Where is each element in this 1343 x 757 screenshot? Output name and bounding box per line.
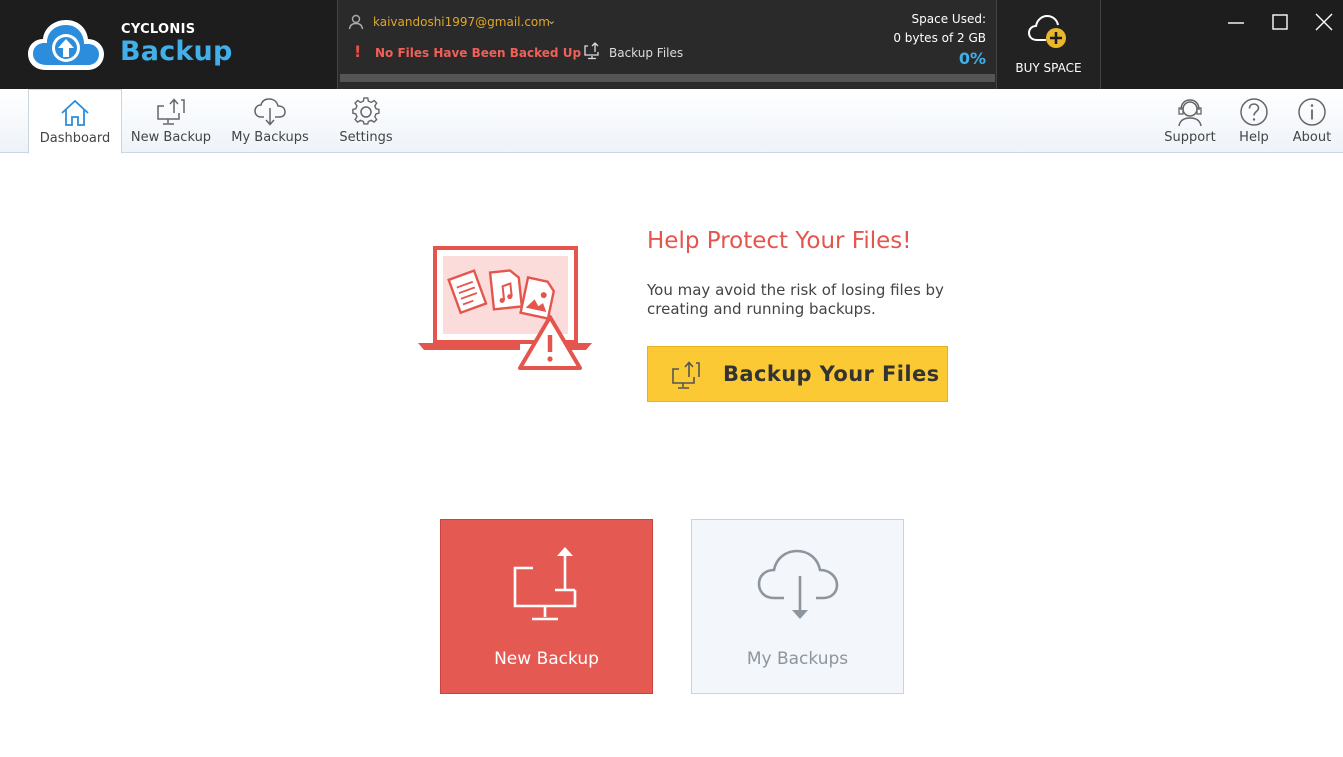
tab-settings[interactable]: Settings	[326, 89, 406, 153]
my-backups-tile-label: My Backups	[746, 649, 849, 669]
space-progress-bar	[340, 74, 995, 82]
tab-settings-label: Settings	[339, 130, 393, 145]
tab-dashboard[interactable]: Dashboard	[28, 89, 122, 154]
help-label: Help	[1239, 130, 1269, 145]
backup-files-icon[interactable]	[583, 42, 603, 60]
close-button[interactable]	[1312, 10, 1336, 34]
help-button[interactable]: Help	[1230, 89, 1278, 153]
buy-space-button[interactable]: BUY SPACE	[996, 0, 1101, 89]
warning-icon: !	[354, 42, 362, 61]
tab-dashboard-label: Dashboard	[39, 131, 111, 146]
gear-icon	[352, 97, 380, 125]
space-used-value: 0 bytes of 2 GB	[893, 31, 986, 45]
backup-your-files-button[interactable]: Backup Your Files	[647, 346, 948, 402]
backup-files-link[interactable]: Backup Files	[609, 46, 683, 60]
hero-description: You may avoid the risk of losing files b…	[647, 281, 944, 318]
cloud-download-icon	[254, 98, 286, 126]
monitor-upload-icon	[672, 361, 700, 389]
space-used-label: Space Used:	[911, 12, 986, 26]
tab-new-backup[interactable]: New Backup	[126, 89, 216, 153]
backup-your-files-label: Backup Your Files	[723, 362, 940, 386]
cloud-plus-icon	[1027, 14, 1066, 48]
maximize-button[interactable]	[1268, 10, 1292, 34]
laptop-warning-illustration	[418, 246, 592, 370]
cloud-download-icon	[757, 549, 838, 619]
monitor-upload-icon	[157, 98, 185, 125]
main-toolbar: Dashboard New Backup My Backups Settings	[0, 89, 1343, 154]
title-bar: CYCLONIS Backup kaivandoshi1997@gmail.co…	[0, 0, 1343, 89]
user-icon	[348, 14, 364, 30]
about-label: About	[1292, 130, 1332, 145]
tab-my-backups-label: My Backups	[231, 130, 309, 145]
tab-my-backups[interactable]: My Backups	[226, 89, 314, 153]
space-used-percent: 0%	[958, 49, 986, 68]
new-backup-tile[interactable]: New Backup	[440, 519, 653, 694]
question-icon	[1240, 98, 1268, 126]
backup-status-warning: No Files Have Been Backed Up	[375, 46, 582, 60]
home-icon	[61, 99, 89, 126]
cloud-upload-icon	[28, 20, 104, 70]
buy-space-label: BUY SPACE	[1015, 61, 1082, 75]
new-backup-tile-label: New Backup	[494, 649, 599, 669]
app-logo: CYCLONIS Backup	[0, 0, 337, 89]
about-button[interactable]: About	[1286, 89, 1338, 153]
brand-name: Backup	[120, 36, 233, 67]
account-email[interactable]: kaivandoshi1997@gmail.com	[373, 15, 550, 29]
monitor-upload-icon	[513, 547, 576, 621]
info-icon	[1298, 98, 1326, 126]
account-panel: kaivandoshi1997@gmail.com ⌄ ! No Files H…	[337, 0, 996, 89]
brand-small: CYCLONIS	[121, 22, 196, 37]
hero-title: Help Protect Your Files!	[647, 228, 912, 254]
my-backups-tile[interactable]: My Backups	[691, 519, 904, 694]
headset-icon	[1178, 99, 1202, 127]
chevron-down-icon[interactable]: ⌄	[547, 14, 556, 27]
tab-new-backup-label: New Backup	[130, 130, 212, 145]
support-label: Support	[1164, 130, 1216, 145]
minimize-button[interactable]	[1224, 10, 1248, 34]
support-button[interactable]: Support	[1158, 89, 1222, 153]
